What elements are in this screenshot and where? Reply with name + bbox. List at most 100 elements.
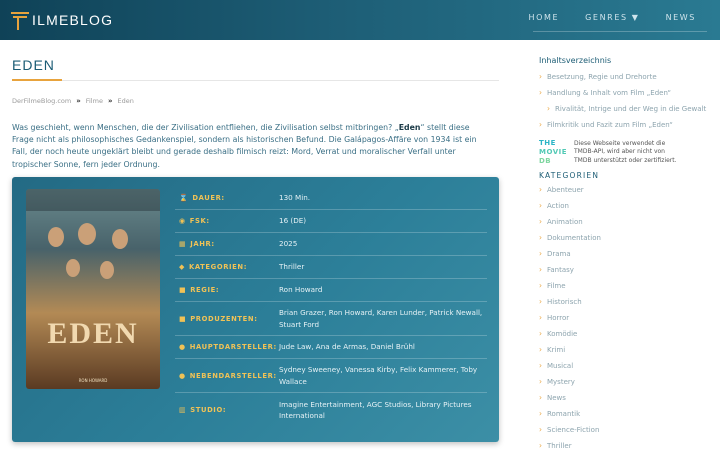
nav-home[interactable]: HOME (528, 13, 559, 22)
building-icon: ▥ (179, 406, 187, 414)
poster-face (100, 261, 114, 279)
chevron-right-icon: › (539, 185, 542, 194)
detail-label: JAHR: (190, 240, 215, 248)
tags-icon: ◆ (179, 263, 185, 271)
breadcrumb-filme[interactable]: Filme (86, 97, 103, 105)
category-label: Romantik (547, 409, 581, 418)
detail-value: Jude Law, Ana de Armas, Daniel Brühl (279, 342, 415, 352)
tmdb-attribution: THE MOVIE DB Diese Webseite verwendet di… (539, 139, 684, 166)
detail-row-fsk: ◉ FSK: 16 (DE) (175, 210, 487, 233)
poster-face (78, 223, 96, 245)
category-item[interactable]: › Horror (539, 313, 569, 322)
category-item[interactable]: › Abenteuer (539, 185, 584, 194)
detail-label: REGIE: (190, 286, 220, 294)
category-item[interactable]: › Thriller (539, 441, 572, 450)
poster-face (48, 227, 64, 247)
chevron-right-icon: › (539, 329, 542, 338)
chevron-right-icon: › (539, 297, 542, 306)
chevron-right-icon: › (539, 88, 542, 97)
chevron-right-icon: › (539, 233, 542, 242)
detail-value[interactable]: Thriller (279, 256, 487, 278)
nav-news[interactable]: NEWS (666, 13, 696, 22)
category-label: Drama (547, 249, 571, 258)
category-label: Historisch (547, 297, 582, 306)
category-label: Abenteuer (547, 185, 584, 194)
category-item[interactable]: › Fantasy (539, 265, 574, 274)
hourglass-icon: ⌛ (179, 194, 189, 202)
category-label: Mystery (547, 377, 575, 386)
category-item[interactable]: › Filme (539, 281, 566, 290)
detail-row-kategorien: ◆ KATEGORIEN: Thriller (175, 256, 487, 279)
movie-info-card: EDEN RON HOWARD ⌛ DAUER: 130 Min. ◉ FSK: 1… (12, 177, 499, 442)
nav-genres[interactable]: GENRES ▼ (585, 13, 639, 22)
category-label: Musical (547, 361, 574, 370)
user-icon: ● (179, 343, 186, 351)
category-item[interactable]: › Romantik (539, 409, 580, 418)
category-item[interactable]: › Drama (539, 249, 571, 258)
category-item[interactable]: › Musical (539, 361, 573, 370)
detail-row-dauer: ⌛ DAUER: 130 Min. (175, 187, 487, 210)
chevron-right-icon: › (539, 409, 542, 418)
poster-title: EDEN (47, 317, 139, 350)
toc-title: Inhaltsverzeichnis (539, 56, 612, 65)
category-label: Krimi (547, 345, 566, 354)
category-label: Action (547, 201, 569, 210)
poster-face (66, 259, 80, 277)
poster-credit: RON HOWARD (78, 378, 108, 383)
category-item[interactable]: › Mystery (539, 377, 575, 386)
eye-icon: ◉ (179, 217, 186, 225)
detail-value: Sydney Sweeney, Vanessa Kirby, Felix Kam… (279, 365, 478, 386)
toc-item[interactable]: › Besetzung, Regie und Drehorte (539, 72, 657, 81)
category-label: Horror (547, 313, 570, 322)
toc-item[interactable]: › Handlung & Inhalt vom Film „Eden“ (539, 88, 671, 97)
category-item[interactable]: › Historisch (539, 297, 582, 306)
toc-item-label: Filmkritik und Fazit zum Film „Eden“ (547, 120, 673, 129)
detail-value: 130 Min. (279, 193, 311, 203)
category-item[interactable]: › Animation (539, 217, 583, 226)
breadcrumb: DerFilmeBlog.com » Filme » Eden (12, 97, 134, 105)
category-item[interactable]: › Komödie (539, 329, 577, 338)
chevron-right-icon: › (539, 281, 542, 290)
tmdb-logo-line: THE (539, 139, 556, 147)
calendar-icon: ▦ (179, 240, 187, 248)
category-item[interactable]: › News (539, 393, 566, 402)
detail-row-regie: ■ REGIE: Ron Howard (175, 279, 487, 302)
tmdb-logo-line: MOVIE (539, 148, 568, 156)
detail-row-hauptdarsteller: ● HAUPTDARSTELLER: Jude Law, Ana de Armas… (175, 336, 487, 359)
toc-item-label: Rivalität, Intrige und der Weg in die Ge… (555, 104, 707, 113)
intro-paragraph: Was geschieht, wenn Menschen, die der Zi… (12, 122, 492, 171)
detail-value: Ron Howard (279, 285, 323, 295)
category-label: Science-Fiction (547, 425, 600, 434)
detail-label: STUDIO: (190, 406, 227, 414)
site-logo[interactable]: ILMEBLOG (11, 8, 113, 32)
logo-mark-icon (11, 10, 31, 30)
detail-value: Brian Grazer, Ron Howard, Karen Lunder, … (279, 308, 483, 329)
category-label: Thriller (547, 441, 572, 450)
site-header: ILMEBLOG HOME GENRES ▼ NEWS (0, 0, 720, 40)
detail-label: DAUER: (192, 194, 225, 202)
intro-movie-title: Eden (398, 123, 421, 132)
chevron-right-icon: › (539, 345, 542, 354)
category-label: News (547, 393, 566, 402)
toc-subitem[interactable]: › Rivalität, Intrige und der Weg in die G… (547, 104, 706, 113)
category-label: Komödie (547, 329, 578, 338)
breadcrumb-current: Eden (117, 97, 134, 105)
toc-item[interactable]: › Filmkritik und Fazit zum Film „Eden“ (539, 120, 673, 129)
detail-label: HAUPTDARSTELLER: (189, 343, 277, 351)
category-item[interactable]: › Dokumentation (539, 233, 601, 242)
breadcrumb-separator-icon: » (107, 97, 113, 105)
detail-label: NEBENDARSTELLER: (189, 371, 277, 380)
category-item[interactable]: › Krimi (539, 345, 565, 354)
poster-face (112, 229, 128, 249)
detail-value: Imagine Entertainment, AGC Studios, Libr… (279, 399, 472, 421)
tmdb-logo[interactable]: THE MOVIE DB (539, 139, 572, 166)
detail-row-studio: ▥ STUDIO: Imagine Entertainment, AGC Stud… (175, 393, 487, 427)
detail-label: KATEGORIEN: (188, 263, 248, 271)
category-item[interactable]: › Science-Fiction (539, 425, 599, 434)
camera-icon: ■ (179, 286, 187, 294)
logo-text: ILMEBLOG (32, 12, 114, 28)
breadcrumb-home[interactable]: DerFilmeBlog.com (12, 97, 71, 105)
detail-label: FSK: (189, 217, 210, 225)
category-item[interactable]: › Action (539, 201, 569, 210)
toc-item-label: Handlung & Inhalt vom Film „Eden“ (547, 88, 672, 97)
